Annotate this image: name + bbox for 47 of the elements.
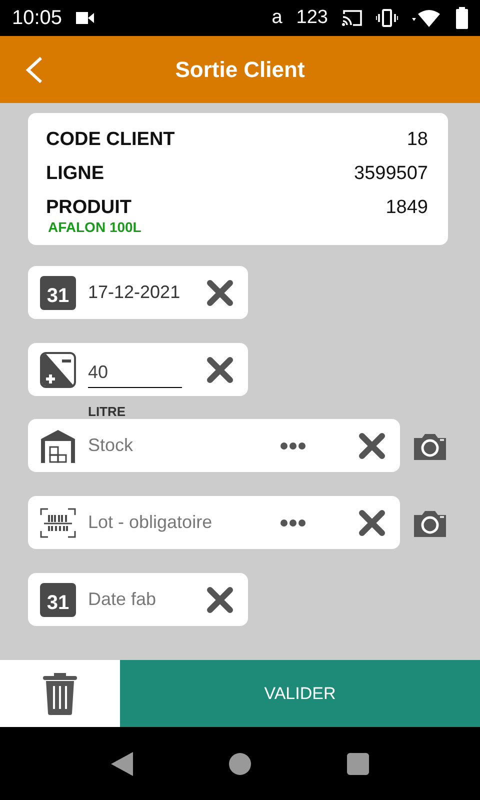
vibrate-icon (376, 9, 398, 27)
trash-icon (43, 672, 77, 714)
field-placeholder: Lot - obligatoire (88, 512, 214, 533)
camera-icon[interactable] (412, 508, 448, 536)
status-indicator: a (272, 7, 282, 29)
clear-icon[interactable] (358, 508, 386, 536)
more-icon[interactable] (280, 518, 306, 526)
video-camera-icon (76, 12, 94, 24)
clear-icon[interactable] (206, 278, 234, 306)
form-field[interactable]: Stock (28, 419, 400, 472)
status-indicator: 123 (296, 7, 328, 29)
calendar-icon[interactable]: 31 (40, 582, 76, 616)
calendar-icon[interactable]: 31 (40, 276, 76, 310)
info-label: PRODUIT (46, 197, 132, 219)
home-nav-icon[interactable] (229, 752, 251, 774)
back-nav-icon[interactable] (111, 752, 133, 776)
field-placeholder: Stock (88, 435, 134, 456)
plus-minus-icon (40, 352, 76, 388)
screen-title: Sortie Client (175, 56, 305, 82)
form-field[interactable]: 40 (28, 343, 248, 396)
info-value: 18 (406, 129, 428, 151)
product-name: AFALON 100L (48, 219, 142, 235)
field-value: 17-12-2021 (88, 282, 182, 303)
form-field[interactable]: 31 Date fab (28, 573, 248, 626)
field-placeholder: Date fab (88, 589, 158, 610)
validate-button[interactable]: VALIDER (120, 660, 480, 727)
warehouse-icon (40, 428, 76, 462)
info-label: CODE CLIENT (46, 129, 175, 151)
more-icon[interactable] (280, 442, 306, 450)
info-value: 3599507 (354, 163, 428, 185)
cast-icon (342, 10, 362, 26)
back-icon[interactable] (24, 56, 44, 84)
clear-icon[interactable] (206, 356, 234, 384)
recents-nav-icon[interactable] (347, 752, 369, 774)
battery-icon (456, 7, 468, 29)
clear-icon[interactable] (206, 586, 234, 614)
unit-label: LITRE (88, 404, 127, 419)
camera-icon[interactable] (412, 432, 448, 460)
barcode-scan-icon (40, 506, 76, 538)
clear-icon[interactable] (358, 432, 386, 460)
info-value: 1849 (386, 197, 428, 219)
form-field[interactable]: 31 17-12-2021 (28, 266, 248, 319)
status-time: 10:05 (12, 6, 62, 30)
wifi-icon (412, 9, 442, 27)
info-label: LIGNE (46, 163, 104, 185)
form-field[interactable]: Lot - obligatoire (28, 496, 400, 549)
delete-button[interactable] (0, 660, 120, 727)
